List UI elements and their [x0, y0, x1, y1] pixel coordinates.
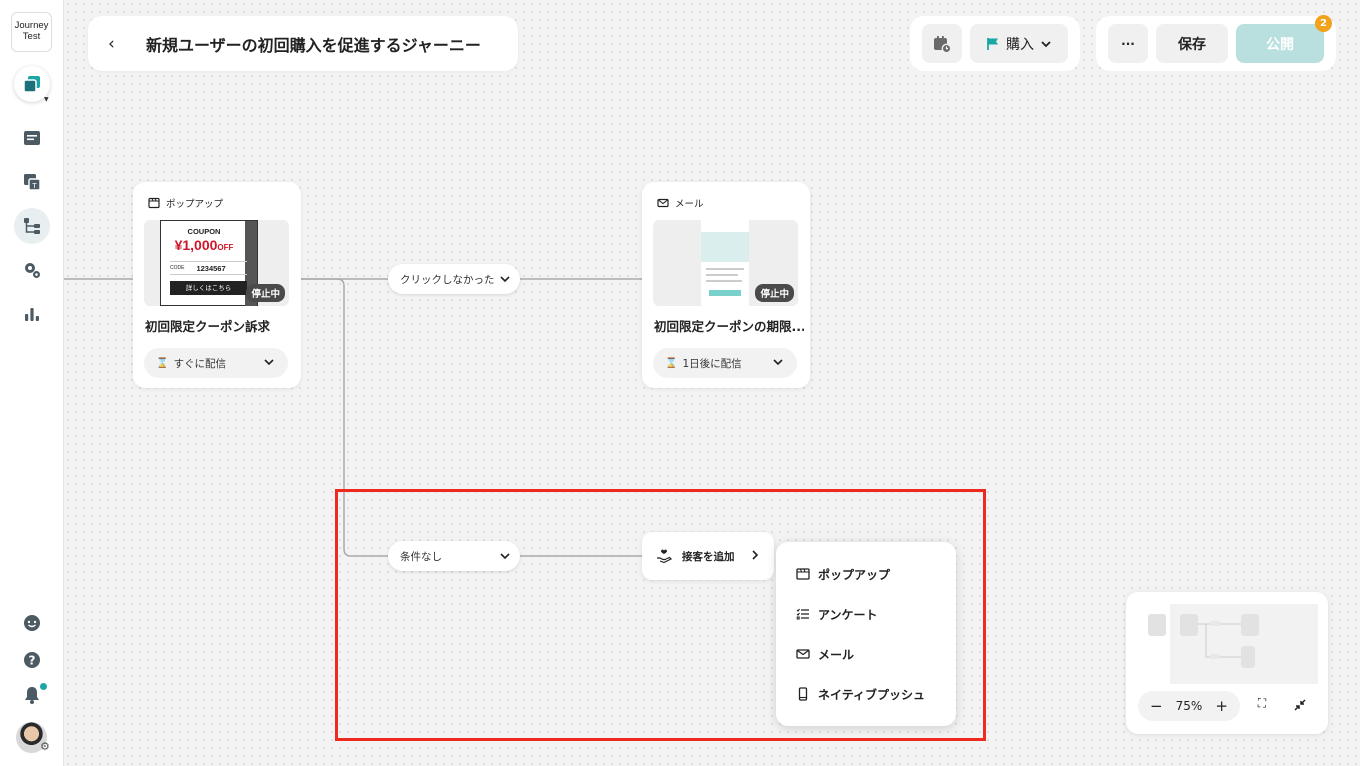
mail-preview-line [706, 268, 744, 270]
delivery-timing-select[interactable]: ⌛ 1日後に配信 [653, 348, 797, 378]
condition-label: クリックしなかった [400, 273, 495, 286]
coupon-code-row: CODE 1234567 [170, 261, 247, 275]
coupon-amount-row: ¥1,000OFF [161, 237, 247, 255]
zoom-level: 75% [1175, 699, 1203, 713]
mail-preview-line [706, 280, 742, 282]
node-name: 初回限定クーポン訴求 [145, 319, 271, 334]
status-badge: 停止中 [755, 284, 794, 302]
mail-icon [657, 198, 669, 208]
coupon-preview: COUPON ¥1,000OFF CODE 1234567 詳しくはこちら [160, 220, 258, 306]
coupon-code-label: CODE [170, 265, 185, 271]
highlight-annotation [335, 489, 986, 741]
node-preview: COUPON ¥1,000OFF CODE 1234567 詳しくはこちら 停止… [144, 220, 289, 306]
minimap-panel: − 75% + ⛶ [1126, 592, 1328, 734]
chevron-down-icon [773, 359, 783, 366]
popup-icon [148, 197, 160, 209]
node-type-label: ポップアップ [166, 199, 224, 210]
delivery-timing-select[interactable]: ⌛ すぐに配信 [144, 348, 288, 378]
mail-preview-line [706, 274, 738, 276]
journey-node-mail[interactable]: メール 停止中 初回限定クーポンの期限... ⌛ 1日後に配信 [642, 182, 810, 388]
zoom-in-icon[interactable]: + [1215, 697, 1228, 715]
delivery-timing-label: 1日後に配信 [682, 357, 742, 370]
branch-condition-select[interactable]: クリックしなかった [388, 264, 520, 294]
collapse-minimap-icon[interactable] [1290, 698, 1310, 712]
minimap-preview[interactable] [1148, 604, 1318, 684]
zoom-control: − 75% + [1138, 691, 1240, 721]
delivery-timing-label: すぐに配信 [173, 357, 226, 370]
hourglass-icon: ⌛ [156, 357, 169, 369]
coupon-cta: 詳しくはこちら [170, 281, 247, 295]
journey-node-popup[interactable]: ポップアップ COUPON ¥1,000OFF CODE 1234567 詳しく… [133, 182, 301, 388]
mail-preview-button [709, 290, 741, 296]
coupon-off: OFF [217, 243, 234, 252]
node-type: メール [657, 196, 704, 210]
status-badge: 停止中 [246, 284, 285, 302]
chevron-down-icon [264, 359, 274, 366]
node-type-label: メール [675, 199, 704, 210]
coupon-amount: ¥1,000 [174, 237, 218, 253]
zoom-out-icon[interactable]: − [1150, 697, 1163, 715]
node-preview: 停止中 [653, 220, 798, 306]
node-name: 初回限定クーポンの期限... [654, 319, 804, 334]
mail-preview-hero [701, 232, 749, 262]
coupon-code: 1234567 [196, 263, 226, 273]
chevron-down-icon [500, 276, 510, 283]
fit-view-icon[interactable]: ⛶ [1252, 696, 1272, 711]
node-type: ポップアップ [148, 196, 223, 210]
mail-preview [701, 220, 749, 306]
coupon-heading: COUPON [187, 227, 221, 236]
hourglass-icon: ⌛ [665, 357, 678, 369]
